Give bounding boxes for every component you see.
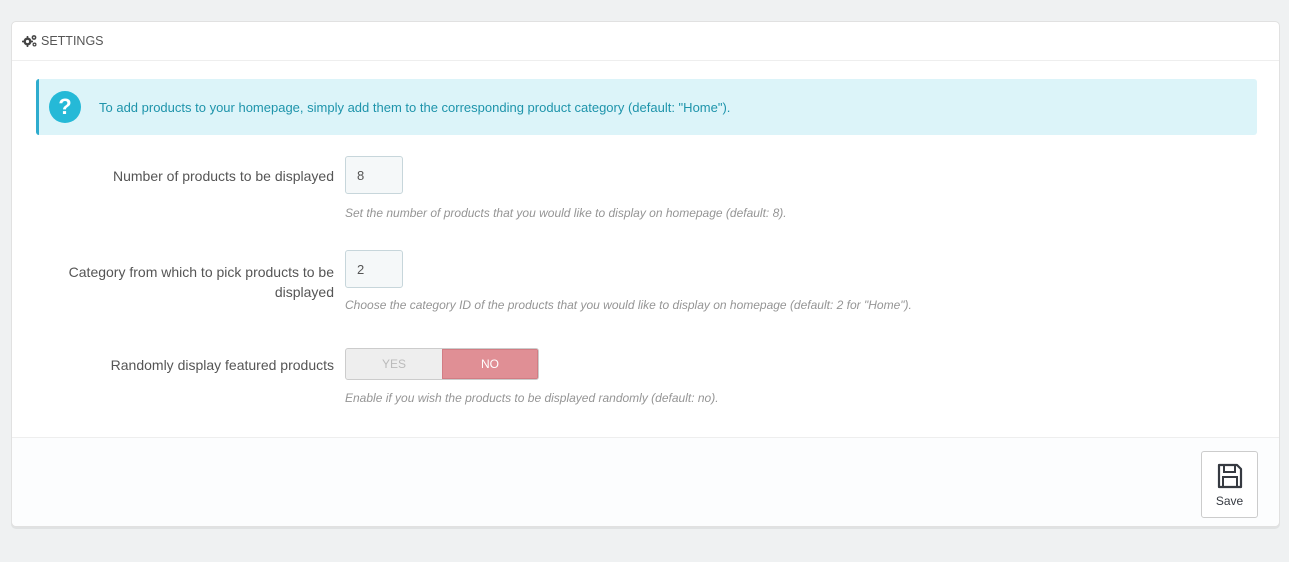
switch-no-option[interactable]: NO	[442, 349, 538, 379]
random-help: Enable if you wish the products to be di…	[345, 391, 719, 405]
panel-footer: Save	[12, 437, 1279, 526]
category-help: Choose the category ID of the products t…	[345, 298, 912, 312]
floppy-disk-icon	[1216, 462, 1244, 490]
question-icon: ?	[49, 91, 81, 123]
alert-text: To add products to your homepage, simply…	[99, 99, 731, 115]
switch-yes-option[interactable]: YES	[346, 349, 442, 379]
category-label: Category from which to pick products to …	[68, 264, 334, 300]
panel-heading: SETTINGS	[12, 22, 1279, 61]
nb-products-input[interactable]: 8	[345, 156, 403, 194]
category-input[interactable]: 2	[345, 250, 403, 288]
settings-panel: SETTINGS ? To add products to your homep…	[11, 21, 1280, 527]
cogs-icon	[22, 34, 38, 48]
panel-title: SETTINGS	[41, 34, 104, 48]
save-button[interactable]: Save	[1201, 451, 1258, 518]
nb-products-help: Set the number of products that you woul…	[345, 206, 787, 220]
info-alert: ? To add products to your homepage, simp…	[36, 79, 1257, 135]
random-label: Randomly display featured products	[110, 357, 334, 373]
nb-products-label: Number of products to be displayed	[112, 168, 334, 184]
save-label: Save	[1215, 493, 1244, 508]
random-switch[interactable]: YES NO	[345, 348, 539, 380]
